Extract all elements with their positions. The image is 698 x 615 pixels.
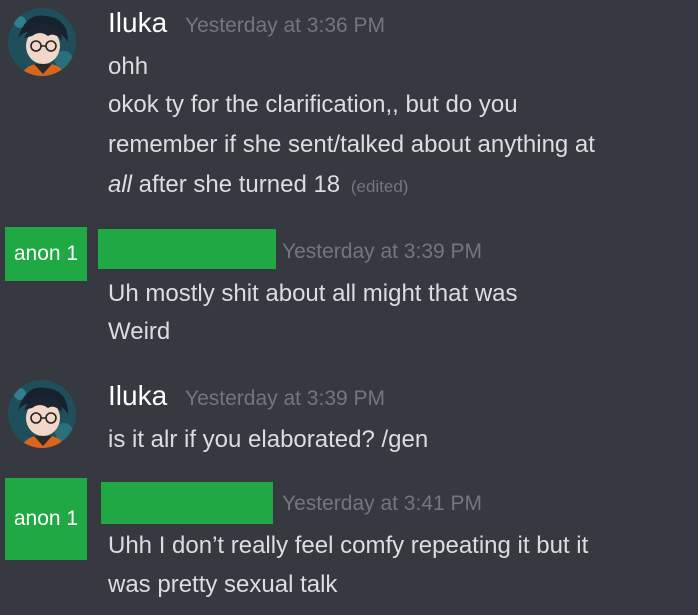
avatar-image xyxy=(8,380,76,448)
message-line: okok ty for the clarification,, but do y… xyxy=(108,91,518,118)
username[interactable]: Iluka xyxy=(108,380,167,412)
timestamp[interactable]: Yesterday at 3:39 PM xyxy=(282,240,482,264)
italic-text: all xyxy=(108,171,133,198)
timestamp[interactable]: Yesterday at 3:39 PM xyxy=(185,387,385,411)
message-line: ohh xyxy=(108,53,149,80)
message-line: was pretty sexual talk xyxy=(108,571,338,598)
message-line: is it alr if you elaborated? /gen xyxy=(108,426,429,453)
redaction-label: anon 1 xyxy=(13,242,79,265)
message-text: after she turned 18 xyxy=(132,171,341,198)
redacted-avatar: anon 1 xyxy=(5,227,87,281)
message-line: Weird xyxy=(108,318,171,345)
message-line: remember if she sent/talked about anythi… xyxy=(108,131,595,158)
user-avatar[interactable] xyxy=(8,8,76,76)
edited-label: (edited) xyxy=(350,177,409,196)
timestamp[interactable]: Yesterday at 3:36 PM xyxy=(185,14,385,38)
redacted-username xyxy=(101,482,273,524)
user-avatar[interactable] xyxy=(8,380,76,448)
message-line: Uh mostly shit about all might that was xyxy=(108,280,518,307)
redacted-username xyxy=(98,229,276,269)
message-line: all after she turned 18 (edited) xyxy=(108,170,408,202)
avatar-image xyxy=(8,8,76,76)
redaction-label: anon 1 xyxy=(13,507,79,530)
redacted-avatar: anon 1 xyxy=(5,478,87,560)
username[interactable]: Iluka xyxy=(108,7,167,39)
timestamp[interactable]: Yesterday at 3:41 PM xyxy=(282,492,482,516)
message-line: Uhh I don’t really feel comfy repeating … xyxy=(108,532,589,559)
